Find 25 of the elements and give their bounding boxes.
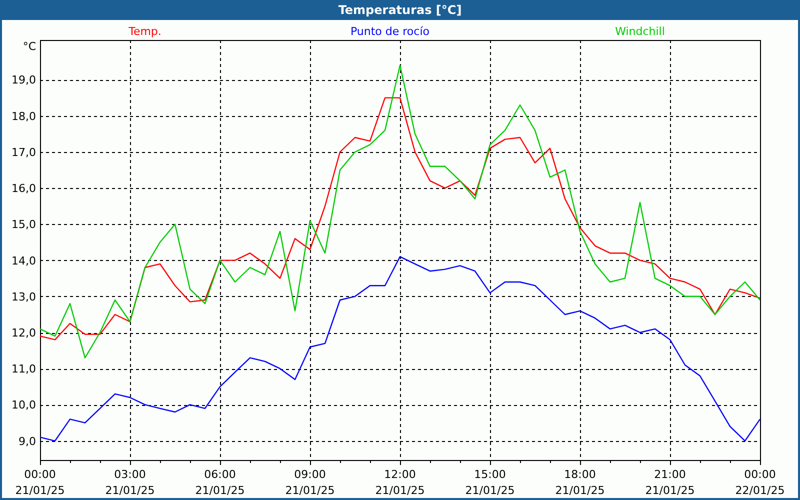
x-tick-label: 12:00 21/01/25 — [375, 468, 425, 497]
x-tick-label: 15:00 21/01/25 — [465, 468, 515, 497]
x-tick-label: 18:00 21/01/25 — [555, 468, 605, 497]
y-axis-unit: °C — [22, 40, 36, 53]
x-tick-label: 00:00 22/01/25 — [735, 468, 785, 497]
y-tick-label: 9,0 — [18, 434, 36, 448]
legend-label: Temp. — [128, 25, 162, 38]
y-tick-label: 12,0 — [12, 326, 36, 340]
y-tick-label: 10,0 — [12, 398, 36, 412]
legend-label: Punto de rocío — [350, 25, 430, 38]
y-tick-label: 14,0 — [12, 254, 36, 268]
y-tick-label: 13,0 — [12, 290, 36, 304]
y-tick-label: 17,0 — [12, 146, 36, 159]
window-title: Temperaturas [°C] — [337, 2, 463, 19]
x-tick-label: 00:00 21/01/25 — [15, 468, 65, 497]
y-tick-label: 18,0 — [12, 110, 36, 123]
y-tick-label: 16,0 — [12, 182, 36, 196]
legend-label: Windchill — [615, 25, 665, 38]
x-tick-label: 21:00 21/01/25 — [645, 468, 695, 497]
y-tick-label: 19,0 — [12, 74, 36, 87]
y-tick-label: 15,0 — [12, 218, 36, 232]
y-tick-label: 11,0 — [12, 362, 36, 376]
x-tick-label: 06:00 21/01/25 — [195, 468, 245, 497]
x-tick-label: 03:00 21/01/25 — [105, 468, 155, 497]
x-tick-label: 09:00 21/01/25 — [285, 468, 335, 497]
